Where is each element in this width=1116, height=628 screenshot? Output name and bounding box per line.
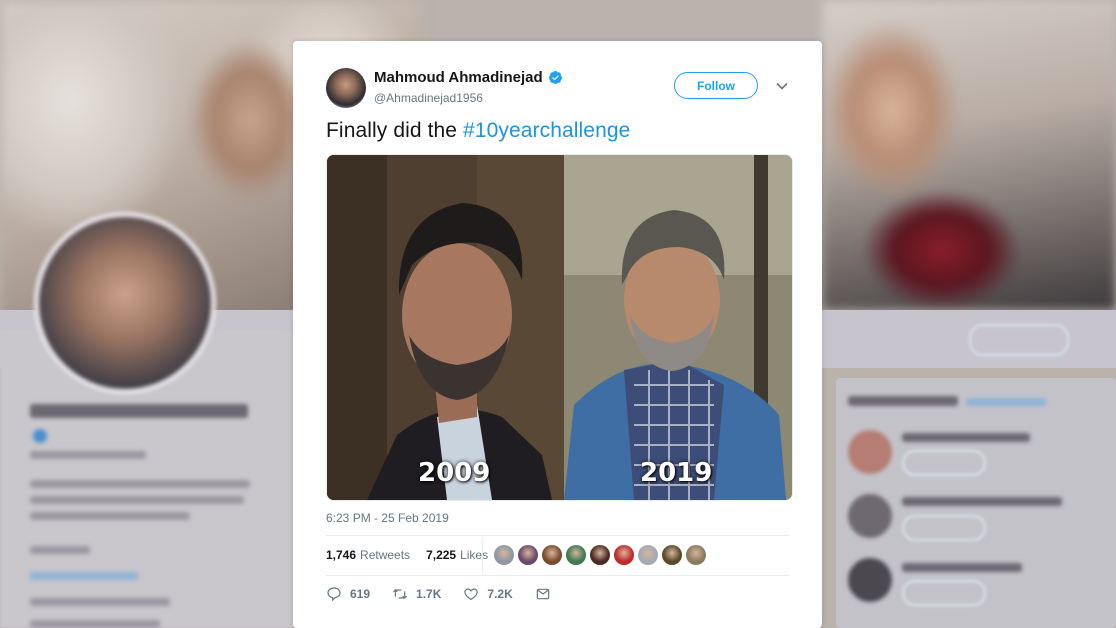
retweets-count[interactable]: 1,746 — [326, 548, 356, 562]
blurred-line — [848, 396, 958, 406]
liker-avatar[interactable] — [518, 545, 538, 565]
chevron-down-icon[interactable] — [776, 81, 788, 91]
liker-avatar[interactable] — [638, 545, 658, 565]
blurred-follow-pill — [969, 324, 1069, 356]
photo-right: 2019 — [564, 155, 792, 500]
background-header-photo-right — [822, 0, 1116, 310]
likes-count[interactable]: 7,225 — [426, 548, 456, 562]
tweet-actions: 619 1.7K 7.2K — [326, 586, 573, 602]
blurred-line — [30, 546, 90, 554]
tweet-media-image[interactable]: 2009 2019 — [326, 154, 793, 501]
liker-avatar[interactable] — [566, 545, 586, 565]
reply-action[interactable]: 619 — [326, 586, 370, 602]
blurred-follow-pill — [902, 450, 986, 476]
blurred-line — [30, 598, 170, 606]
blurred-avatar — [848, 494, 892, 538]
background-profile-avatar — [34, 212, 216, 394]
tweet-card: Mahmoud Ahmadinejad @Ahmadinejad1956 Fol… — [293, 41, 822, 628]
year-label-right: 2019 — [640, 458, 713, 488]
blurred-follow-pill — [902, 580, 986, 606]
reply-count: 619 — [350, 587, 371, 601]
like-action[interactable]: 7.2K — [463, 586, 513, 602]
tweet-text-prefix: Finally did the — [326, 119, 464, 142]
retweets-label[interactable]: Retweets — [360, 548, 410, 562]
liker-avatar[interactable] — [542, 545, 562, 565]
blurred-line — [902, 497, 1062, 506]
reply-icon — [327, 587, 341, 602]
blurred-line — [966, 398, 1046, 406]
retweet-count: 1.7K — [416, 587, 442, 601]
retweet-icon — [392, 589, 408, 599]
portrait-left — [327, 155, 564, 500]
like-icon — [464, 588, 479, 601]
author-avatar[interactable] — [326, 68, 366, 108]
blurred-line — [30, 480, 250, 488]
blurred-line — [30, 496, 244, 504]
blurred-avatar — [848, 558, 892, 602]
blurred-follow-pill — [902, 515, 986, 541]
liker-avatars — [494, 545, 706, 565]
hashtag-link[interactable]: #10yearchallenge — [463, 119, 630, 142]
message-icon — [536, 588, 550, 600]
blurred-line — [30, 451, 146, 459]
photo-left: 2009 — [327, 155, 564, 500]
tweet-text: Finally did the #10yearchallenge — [326, 119, 630, 143]
follow-button[interactable]: Follow — [674, 72, 758, 99]
author-name-row: Mahmoud Ahmadinejad — [374, 69, 563, 86]
stats-separator — [482, 539, 483, 573]
blurred-line — [30, 620, 160, 628]
year-label-left: 2009 — [418, 458, 491, 488]
verified-badge-icon — [548, 70, 562, 85]
tweet-timestamp[interactable]: 6:23 PM - 25 Feb 2019 — [326, 511, 449, 525]
like-count: 7.2K — [487, 587, 513, 601]
liker-avatar[interactable] — [614, 545, 634, 565]
divider — [326, 575, 789, 576]
likes-label[interactable]: Likes — [460, 548, 488, 562]
liker-avatar[interactable] — [590, 545, 610, 565]
blurred-line — [902, 563, 1022, 572]
blurred-avatar — [848, 430, 892, 474]
blurred-line — [902, 433, 1030, 442]
blurred-line — [30, 404, 248, 418]
engagement-stats: 1,746 Retweets 7,225 Likes — [326, 548, 488, 562]
liker-avatar[interactable] — [662, 545, 682, 565]
direct-message-action[interactable] — [535, 586, 551, 602]
author-handle[interactable]: @Ahmadinejad1956 — [374, 91, 483, 105]
divider — [326, 535, 789, 536]
liker-avatar[interactable] — [686, 545, 706, 565]
portrait-right — [564, 155, 792, 500]
liker-avatar[interactable] — [494, 545, 514, 565]
retweet-action[interactable]: 1.7K — [392, 586, 441, 602]
blurred-line — [30, 512, 190, 520]
blurred-line — [33, 429, 47, 443]
blurred-line — [30, 572, 138, 580]
author-name[interactable]: Mahmoud Ahmadinejad — [374, 69, 543, 86]
